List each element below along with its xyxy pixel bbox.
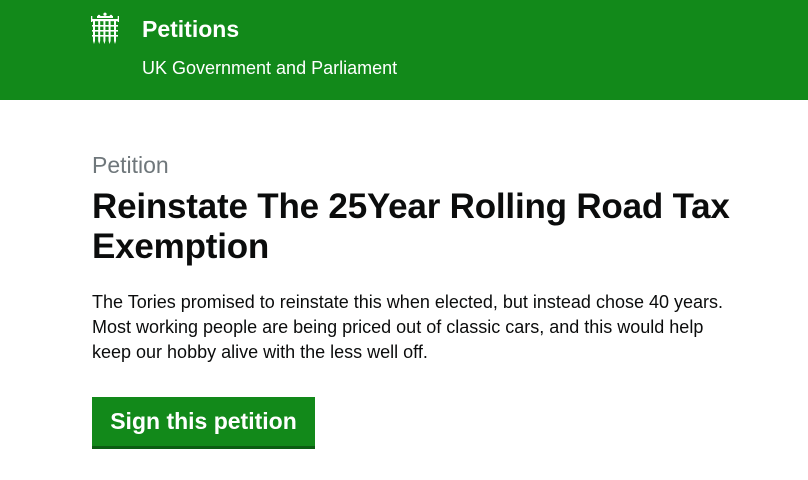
petition-kicker: Petition [92, 152, 169, 178]
site-title-link[interactable]: Petitions [142, 15, 239, 43]
sign-petition-button[interactable]: Sign this petition [92, 397, 315, 449]
description-paragraph: The Tories promised to reinstate this wh… [92, 292, 724, 312]
description-paragraph: Most working people are being priced out… [92, 317, 704, 362]
petition-title: Reinstate The 25Year Rolling Road Tax Ex… [92, 187, 730, 266]
site-header: Petitions UK Government and Parliament [0, 0, 808, 100]
petition-content: Petition Reinstate The 25Year Rolling Ro… [92, 150, 732, 365]
petition-description: The Tories promised to reinstate this wh… [92, 290, 732, 365]
site-subtitle: UK Government and Parliament [142, 58, 398, 78]
portcullis-icon[interactable] [91, 12, 119, 44]
